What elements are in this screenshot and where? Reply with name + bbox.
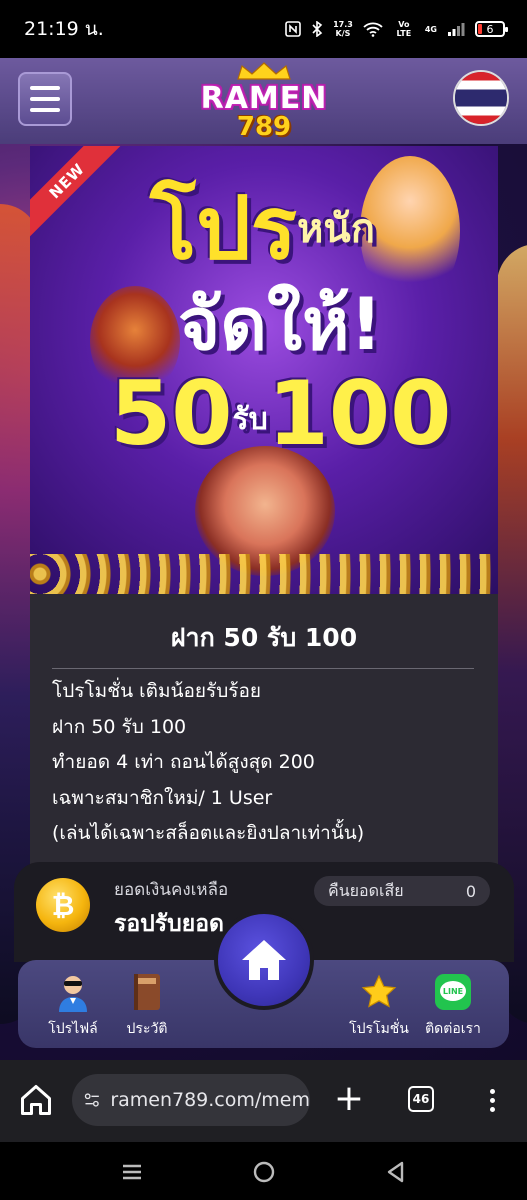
nav-item-history[interactable]: ประวัติ	[112, 972, 182, 1040]
banner-headline: โปรหนัก	[150, 184, 375, 274]
status-bar: 21:19 น. 17.3 K/S Vo LTE 4G 6	[0, 0, 527, 58]
logo-text-bottom: 789	[236, 112, 292, 142]
nav-label: ติดต่อเรา	[425, 1021, 481, 1037]
thai-flag-icon	[455, 72, 507, 124]
new-ribbon: NEW	[30, 146, 130, 244]
line-chat-icon: LINE	[433, 972, 473, 1012]
nav-label: โปรโมชั่น	[349, 1021, 409, 1037]
brand-logo[interactable]: RAMEN 789	[192, 62, 336, 140]
language-flag-button[interactable]	[453, 70, 509, 126]
promo-line: โปรโมชั่น เติมน้อยรับร้อย	[52, 680, 262, 702]
back-icon	[387, 1161, 404, 1183]
nav-label: ประวัติ	[126, 1021, 168, 1037]
balance-value: รอปรับยอด	[114, 911, 224, 937]
bluetooth-icon	[311, 21, 323, 37]
promo-line: ฝาก 50 รับ 100	[52, 715, 187, 738]
nfc-icon	[285, 21, 301, 37]
home-outline-icon	[21, 1085, 51, 1115]
promo-detail-card: ฝาก 50 รับ 100 โปรโมชั่น เติมน้อยรับร้อย…	[30, 594, 498, 894]
gold-coins-decoration	[30, 554, 498, 594]
nav-label: โปรไฟล์	[48, 1021, 98, 1037]
nav-item-contact[interactable]: LINE ติดต่อเรา	[418, 972, 488, 1040]
net-speed: 17.3 K/S	[333, 20, 353, 38]
promo-title: ฝาก 50 รับ 100	[170, 623, 358, 652]
battery-level: 6	[486, 22, 494, 36]
banner-offer: 50รับ100	[110, 368, 451, 466]
hamburger-line	[30, 86, 60, 90]
svg-text:LINE: LINE	[443, 987, 463, 996]
logo-text-top: RAMEN	[200, 81, 328, 116]
back-button[interactable]	[382, 1158, 410, 1186]
banner-headline-main: โปร	[150, 179, 297, 279]
banner-offer-bonus: 100	[267, 362, 452, 465]
net-speed-unit: K/S	[335, 29, 351, 38]
nav-item-promotion[interactable]: โปรโมชั่น	[344, 972, 414, 1040]
menu-dot	[489, 1097, 495, 1103]
recents-button[interactable]	[118, 1158, 146, 1186]
site-settings-icon	[84, 1093, 99, 1107]
circle-home-icon	[253, 1161, 275, 1183]
system-home-button[interactable]	[250, 1158, 278, 1186]
banner-offer-deposit: 50	[110, 362, 233, 465]
net-speed-value: 17.3	[333, 20, 353, 29]
promo-line: เฉพาะสมาชิกใหม่/ 1 User	[52, 786, 273, 809]
cashback-box[interactable]: คืนยอดเสีย 0	[314, 876, 490, 906]
status-time: 21:19 น.	[24, 18, 104, 40]
promo-description: โปรโมชั่น เติมน้อยรับร้อย ฝาก 50 รับ 100…	[52, 674, 482, 852]
new-tab-button[interactable]: +	[332, 1081, 366, 1117]
hamburger-line	[30, 97, 60, 101]
bitcoin-coin-icon: ₿	[36, 878, 90, 932]
balance-label: ยอดเงินคงเหลือ	[114, 880, 229, 900]
profile-avatar-icon	[53, 972, 93, 1012]
crown-icon	[237, 62, 291, 80]
address-bar[interactable]: ramen789.com/mem	[72, 1074, 310, 1126]
hamburger-line	[30, 108, 60, 112]
nav-item-profile[interactable]: โปรไฟล์	[38, 972, 108, 1040]
signal-icon	[447, 22, 465, 36]
status-icons: 17.3 K/S Vo LTE 4G 6	[285, 20, 508, 38]
url-text: ramen789.com/mem	[110, 1089, 310, 1111]
browser-menu-button[interactable]	[482, 1082, 502, 1118]
browser-home-button[interactable]	[18, 1082, 54, 1118]
battery-icon: 6	[475, 21, 508, 37]
promo-line: ทำยอด 4 เท่า ถอนได้สูงสุด 200	[52, 751, 315, 773]
promo-banner-image: NEW โปรหนัก จัดให้! 50รับ100	[30, 146, 498, 594]
home-button[interactable]	[214, 910, 314, 1010]
network-type: 4G	[424, 24, 437, 34]
tab-switcher-button[interactable]: 46	[408, 1086, 434, 1112]
menu-dot	[489, 1106, 495, 1112]
system-nav-bar	[0, 1142, 527, 1200]
home-icon	[242, 940, 286, 980]
recents-icon	[123, 1164, 141, 1180]
volte-label: Vo LTE	[396, 20, 412, 38]
browser-toolbar: ramen789.com/mem + 46	[0, 1060, 527, 1142]
cashback-label: คืนยอดเสีย	[328, 880, 404, 900]
banner-offer-get: รับ	[232, 402, 268, 438]
banner-headline-small: หนัก	[296, 206, 375, 252]
app-header: RAMEN 789	[0, 58, 527, 144]
banner-subheadline: จัดให้!	[178, 282, 383, 366]
menu-dot	[489, 1088, 495, 1094]
promo-line: (เล่นได้เฉพาะสล็อตและยิงปลาเท่านั้น)	[52, 822, 365, 844]
menu-button[interactable]	[18, 72, 72, 126]
star-icon	[359, 972, 399, 1012]
wifi-icon	[363, 21, 383, 37]
history-book-icon	[127, 972, 167, 1012]
divider	[52, 668, 474, 669]
cashback-value: 0	[465, 881, 476, 901]
